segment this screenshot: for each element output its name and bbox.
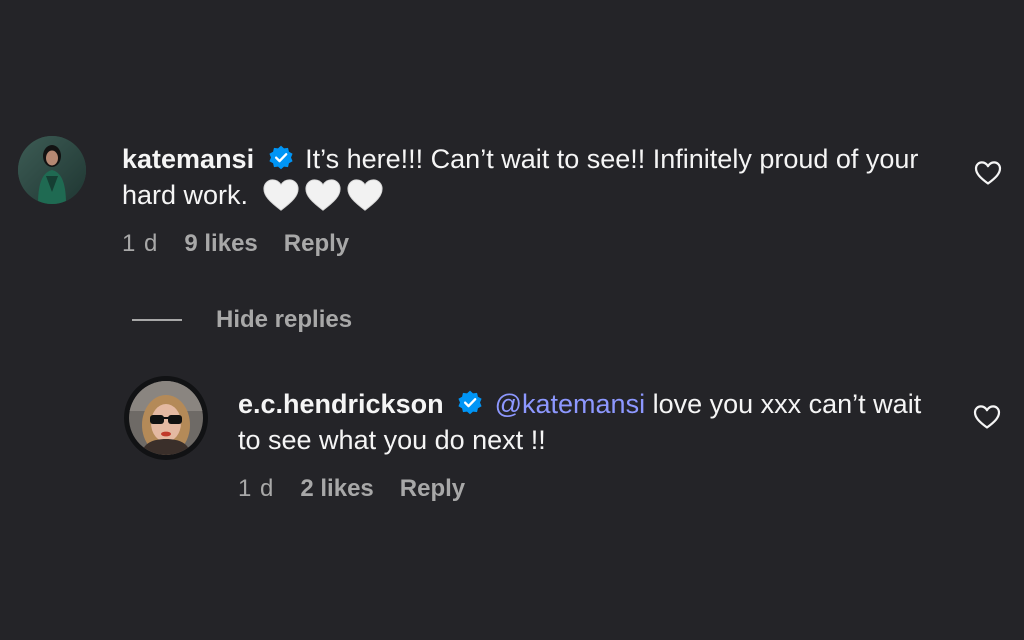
verified-badge-icon <box>458 390 482 415</box>
mention-link[interactable]: @katemansi <box>495 389 645 419</box>
comment-time: 1 d <box>238 475 275 502</box>
white-heart-icon <box>347 179 383 211</box>
likes-count[interactable]: 2 likes <box>300 475 373 503</box>
comment-body: katemansi It’s here!!! Can’t wait to see… <box>122 136 1008 258</box>
heart-outline-icon[interactable] <box>973 404 1001 430</box>
username[interactable]: katemansi <box>122 144 254 174</box>
comment: katemansi It’s here!!! Can’t wait to see… <box>18 136 1008 258</box>
likes-count[interactable]: 9 likes <box>184 230 257 258</box>
comment-time: 1 d <box>122 230 159 257</box>
avatar-photo <box>129 381 203 455</box>
avatar[interactable] <box>18 136 86 204</box>
divider <box>132 319 182 321</box>
username[interactable]: e.c.hendrickson <box>238 389 444 419</box>
hide-replies-label: Hide replies <box>216 306 353 333</box>
white-heart-icon <box>305 179 341 211</box>
comment-text: katemansi It’s here!!! Can’t wait to see… <box>122 141 942 213</box>
hide-replies-button[interactable]: Hide replies <box>132 306 352 334</box>
white-heart-emojis <box>262 179 388 211</box>
comment-text: e.c.hendrickson @katemansi love you xxx … <box>238 386 938 458</box>
comment-meta: 1 d 2 likes Reply <box>238 475 1008 503</box>
comments-thread: katemansi It’s here!!! Can’t wait to see… <box>0 0 1024 640</box>
comment-meta: 1 d 9 likes Reply <box>122 230 1008 258</box>
white-heart-icon <box>263 179 299 211</box>
verified-badge-icon <box>269 145 293 170</box>
reply-button[interactable]: Reply <box>284 230 349 258</box>
reply-comment: e.c.hendrickson @katemansi love you xxx … <box>124 376 1008 503</box>
heart-outline-icon[interactable] <box>974 160 1002 186</box>
avatar[interactable] <box>124 376 208 460</box>
comment-body: e.c.hendrickson @katemansi love you xxx … <box>238 376 1008 503</box>
reply-button[interactable]: Reply <box>400 475 465 503</box>
avatar-photo <box>18 136 86 204</box>
